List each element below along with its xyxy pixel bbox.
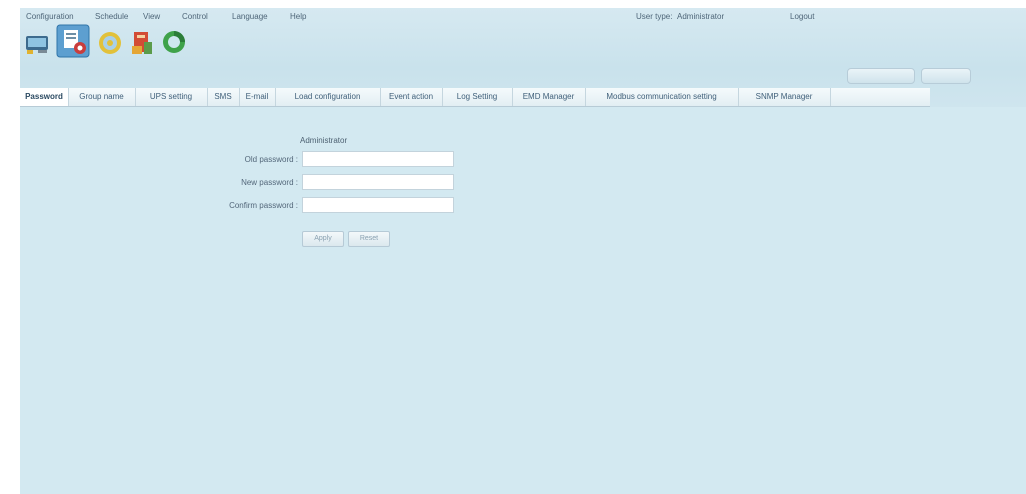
user-type-value: Administrator bbox=[677, 12, 725, 21]
tab-password[interactable]: Password bbox=[20, 88, 69, 106]
confirm-password-label: Confirm password : bbox=[229, 201, 298, 210]
tab-group-name[interactable]: Group name bbox=[68, 88, 136, 106]
menu-control[interactable]: Control bbox=[182, 12, 208, 21]
tab-event-action[interactable]: Event action bbox=[380, 88, 443, 106]
configuration-icon[interactable] bbox=[56, 24, 90, 58]
monitor-icon[interactable] bbox=[24, 28, 52, 56]
control-icon[interactable] bbox=[96, 28, 124, 56]
application-window: Configuration Schedule View Control Lang… bbox=[20, 8, 1026, 494]
toolbar-button-left[interactable] bbox=[847, 68, 915, 84]
tab-sms[interactable]: SMS bbox=[207, 88, 240, 106]
toolbar-button-right[interactable] bbox=[921, 68, 971, 84]
menu-schedule[interactable]: Schedule bbox=[95, 12, 128, 21]
log-icon[interactable] bbox=[128, 28, 156, 56]
reset-button[interactable]: Reset bbox=[348, 231, 390, 247]
menu-language[interactable]: Language bbox=[232, 12, 268, 21]
menu-help[interactable]: Help bbox=[290, 12, 306, 21]
new-password-field[interactable] bbox=[302, 174, 454, 190]
tab-load-configuration[interactable]: Load configuration bbox=[275, 88, 381, 106]
tab-email[interactable]: E-mail bbox=[239, 88, 276, 106]
confirm-password-field[interactable] bbox=[302, 197, 454, 213]
toolbar bbox=[20, 24, 1026, 84]
refresh-icon[interactable] bbox=[160, 28, 188, 56]
password-panel: Administrator Old password : New passwor… bbox=[20, 107, 1026, 494]
tab-emd-manager[interactable]: EMD Manager bbox=[512, 88, 586, 106]
new-password-label: New password : bbox=[241, 178, 298, 187]
old-password-field[interactable] bbox=[302, 151, 454, 167]
tab-log-setting[interactable]: Log Setting bbox=[442, 88, 513, 106]
tab-ups-setting[interactable]: UPS setting bbox=[135, 88, 208, 106]
tab-snmp-manager[interactable]: SNMP Manager bbox=[738, 88, 831, 106]
menu-view[interactable]: View bbox=[143, 12, 160, 21]
section-title: Administrator bbox=[300, 136, 348, 145]
menu-configuration[interactable]: Configuration bbox=[26, 12, 74, 21]
user-type-label: User type: bbox=[636, 12, 673, 21]
old-password-label: Old password : bbox=[244, 155, 298, 164]
apply-button[interactable]: Apply bbox=[302, 231, 344, 247]
tab-bar: Password Group name UPS setting SMS E-ma… bbox=[20, 88, 930, 107]
tab-modbus-communication-setting[interactable]: Modbus communication setting bbox=[585, 88, 739, 106]
logout-link[interactable]: Logout bbox=[790, 12, 814, 21]
